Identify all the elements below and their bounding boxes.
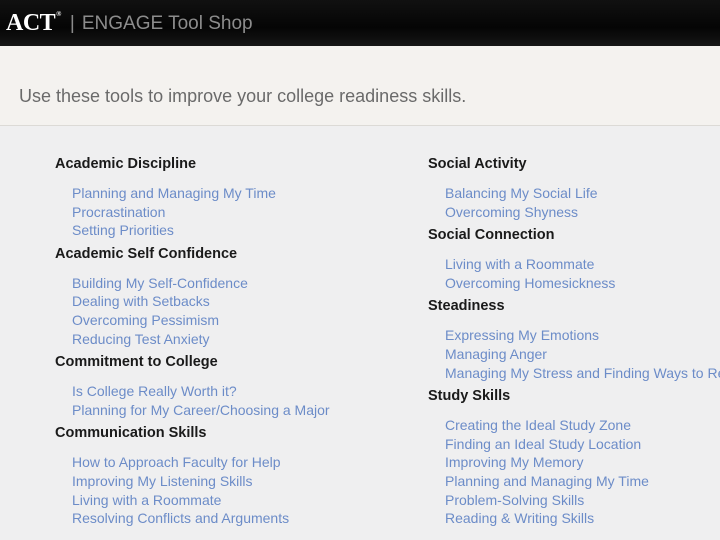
right-category-column: Social Activity Balancing My Social Life O…: [428, 156, 720, 534]
tool-link-list: Planning and Managing My Time Procrastina…: [55, 184, 395, 240]
tool-link-list: Creating the Ideal Study Zone Finding an …: [428, 416, 720, 528]
tool-link-list: Expressing My Emotions Managing Anger Mana…: [428, 326, 720, 382]
tool-link-problem-solving-skills[interactable]: Problem-Solving Skills: [445, 491, 720, 510]
tool-link-living-with-a-roommate[interactable]: Living with a Roommate: [72, 491, 395, 510]
tool-link-how-to-approach-faculty-for-help[interactable]: How to Approach Faculty for Help: [72, 453, 395, 472]
category-heading: Social Activity: [428, 156, 527, 172]
category-heading: Communication Skills: [55, 425, 207, 442]
tool-link-managing-anger[interactable]: Managing Anger: [445, 345, 720, 364]
tool-link-building-my-self-confidence[interactable]: Building My Self-Confidence: [72, 274, 395, 293]
tool-link-list: Balancing My Social Life Overcoming Shyne…: [428, 184, 720, 221]
category-heading: Commitment to College: [55, 354, 218, 371]
category-social-connection: Social Connection Living with a Roommate O…: [428, 227, 720, 292]
tool-link-managing-my-stress-and-finding-ways-to-relax[interactable]: Managing My Stress and Finding Ways to R…: [445, 364, 720, 383]
tool-link-reading-writing-skills[interactable]: Reading & Writing Skills: [445, 509, 720, 528]
tool-link-improving-my-memory[interactable]: Improving My Memory: [445, 453, 720, 472]
tool-link-list: Building My Self-Confidence Dealing with …: [55, 274, 395, 348]
category-heading: Study Skills: [428, 388, 511, 405]
category-heading: Steadiness: [428, 298, 505, 315]
tool-link-dealing-with-setbacks[interactable]: Dealing with Setbacks: [72, 292, 395, 311]
tool-link-procrastination[interactable]: Procrastination: [72, 203, 395, 222]
tool-link-improving-my-listening-skills[interactable]: Improving My Listening Skills: [72, 472, 395, 491]
tool-link-overcoming-shyness[interactable]: Overcoming Shyness: [445, 203, 720, 222]
header-separator: |: [69, 12, 75, 34]
tool-link-living-with-a-roommate[interactable]: Living with a Roommate: [445, 255, 720, 274]
category-academic-self-confidence: Academic Self Confidence Building My Self…: [55, 246, 395, 348]
category-steadiness: Steadiness Expressing My Emotions Managing…: [428, 298, 720, 382]
tool-link-list: How to Approach Faculty for Help Improvin…: [55, 453, 395, 527]
top-header-bar: ACT® | ENGAGE Tool Shop: [0, 0, 720, 46]
tool-link-planning-for-my-career-choosing-a-major[interactable]: Planning for My Career/Choosing a Major: [72, 401, 395, 420]
tool-link-planning-and-managing-my-time[interactable]: Planning and Managing My Time: [445, 472, 720, 491]
site-title: ENGAGE Tool Shop: [81, 12, 253, 34]
category-heading: Academic Self Confidence: [55, 245, 238, 262]
category-commitment-to-college: Commitment to College Is College Really W…: [55, 354, 395, 419]
tool-link-overcoming-pessimism[interactable]: Overcoming Pessimism: [72, 311, 395, 330]
category-academic-discipline: Academic Discipline Planning and Managing…: [55, 156, 395, 240]
tool-link-overcoming-homesickness[interactable]: Overcoming Homesickness: [445, 274, 720, 293]
tool-link-reducing-test-anxiety[interactable]: Reducing Test Anxiety: [72, 330, 395, 349]
category-heading: Social Connection: [428, 227, 555, 244]
intro-banner: Use these tools to improve your college …: [0, 46, 720, 126]
tool-link-list: Living with a Roommate Overcoming Homesic…: [428, 255, 720, 292]
tool-link-planning-and-managing-my-time[interactable]: Planning and Managing My Time: [72, 184, 395, 203]
tool-link-creating-the-ideal-study-zone[interactable]: Creating the Ideal Study Zone: [445, 416, 720, 435]
tool-link-balancing-my-social-life[interactable]: Balancing My Social Life: [445, 184, 720, 203]
tool-link-finding-an-ideal-study-location[interactable]: Finding an Ideal Study Location: [445, 435, 720, 454]
category-study-skills: Study Skills Creating the Ideal Study Zon…: [428, 388, 720, 528]
page-tagline: Use these tools to improve your college …: [19, 86, 467, 106]
tool-link-is-college-really-worth-it[interactable]: Is College Really Worth it?: [72, 382, 395, 401]
tool-link-setting-priorities[interactable]: Setting Priorities: [72, 221, 395, 240]
tool-link-expressing-my-emotions[interactable]: Expressing My Emotions: [445, 326, 720, 345]
category-heading: Academic Discipline: [55, 156, 197, 172]
tool-link-list: Is College Really Worth it? Planning for …: [55, 382, 395, 419]
act-logo[interactable]: ACT®: [6, 11, 61, 36]
left-category-column: Academic Discipline Planning and Managing…: [55, 156, 395, 534]
category-social-activity: Social Activity Balancing My Social Life O…: [428, 156, 720, 221]
category-communication-skills: Communication Skills How to Approach Facu…: [55, 425, 395, 527]
tool-link-resolving-conflicts-and-arguments[interactable]: Resolving Conflicts and Arguments: [72, 509, 395, 528]
